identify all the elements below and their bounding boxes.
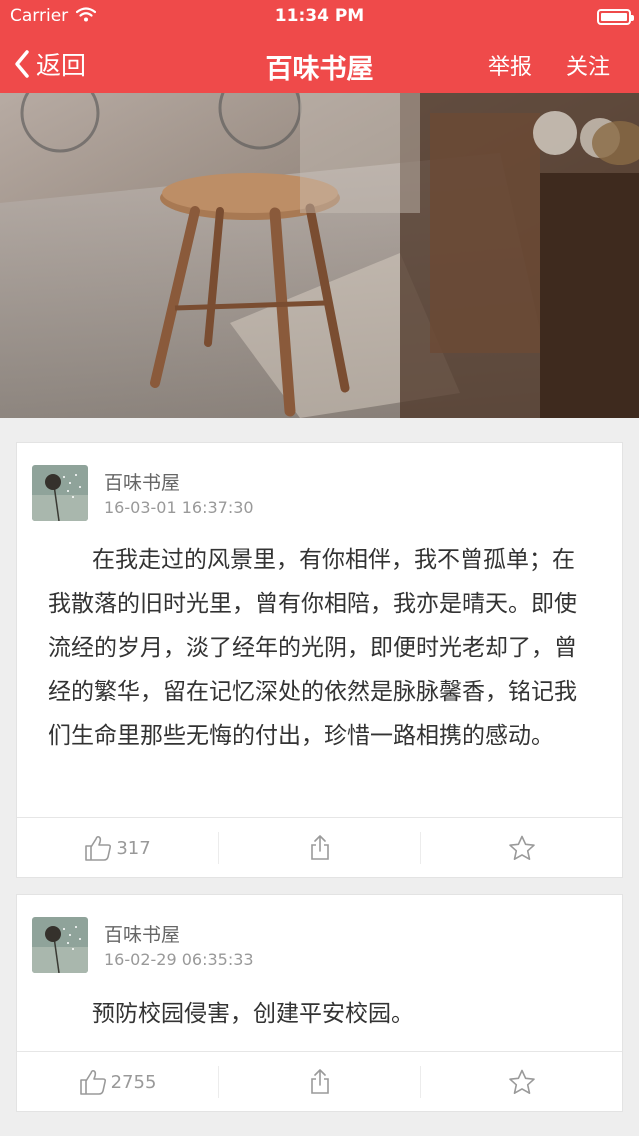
post-content: 预防校园侵害，创建平安校园。 xyxy=(92,1001,414,1027)
back-label: 返回 xyxy=(36,51,87,80)
page-title: 百味书屋 xyxy=(265,54,374,85)
like-count: 317 xyxy=(116,837,151,859)
post-content: 在我走过的风景里，有你相伴，我不曾孤单；在我散落的旧时光里，曾有你相陪，我亦是晴… xyxy=(48,547,577,749)
thumbs-up-icon xyxy=(85,835,112,861)
star-icon xyxy=(508,1069,535,1094)
favorite-button[interactable] xyxy=(421,818,622,878)
post-time: 16-03-01 16:37:30 xyxy=(104,498,254,517)
dandelion-avatar-icon xyxy=(32,917,88,973)
nav-bar: 返回 百味书屋 举报 关注 xyxy=(0,36,639,93)
favorite-button[interactable] xyxy=(421,1052,622,1112)
post-card: 百味书屋 16-03-01 16:37:30 在我走过的风景里，有你相伴，我不曾… xyxy=(16,442,623,878)
like-button[interactable]: 2755 xyxy=(17,1052,218,1112)
cover-image xyxy=(0,93,639,418)
post-time: 16-02-29 06:35:33 xyxy=(104,950,254,969)
follow-button[interactable]: 关注 xyxy=(566,49,610,81)
chevron-left-icon xyxy=(15,50,29,78)
share-button[interactable] xyxy=(219,1052,420,1112)
post-actions: 2755 xyxy=(17,1051,622,1112)
post-card: 百味书屋 16-02-29 06:35:33 预防校园侵害，创建平安校园。 27… xyxy=(16,894,623,1112)
avatar[interactable] xyxy=(32,465,88,521)
avatar[interactable] xyxy=(32,917,88,973)
dandelion-avatar-icon xyxy=(32,465,88,521)
post-author: 百味书屋 xyxy=(104,924,181,946)
status-time: 11:34 PM xyxy=(274,6,365,26)
share-button[interactable] xyxy=(219,818,420,878)
post-actions: 317 xyxy=(17,817,622,878)
share-icon xyxy=(310,1069,329,1094)
post-author: 百味书屋 xyxy=(104,472,181,494)
share-icon xyxy=(310,835,329,860)
back-button[interactable]: 返回 xyxy=(14,44,86,84)
star-icon xyxy=(508,835,535,860)
report-button[interactable]: 举报 xyxy=(488,49,532,81)
battery-icon xyxy=(597,9,634,25)
like-count: 2755 xyxy=(110,1071,157,1093)
thumbs-up-icon xyxy=(79,1069,106,1095)
status-bar: Carrier 11:34 PM xyxy=(0,0,639,36)
cover-image-stool-photo xyxy=(0,93,639,418)
like-button[interactable]: 317 xyxy=(17,818,218,878)
